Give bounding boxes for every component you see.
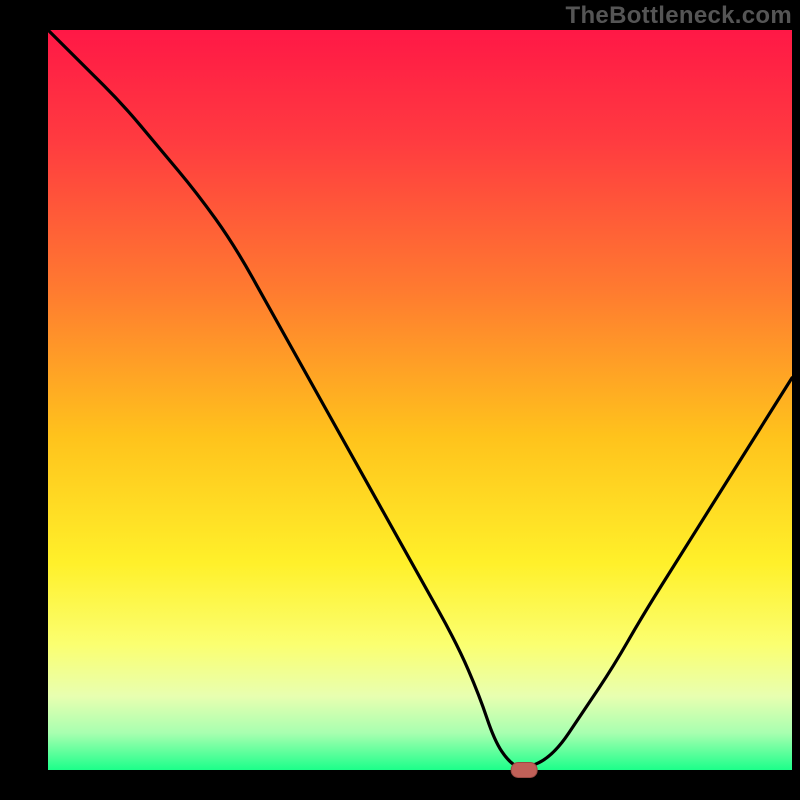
chart-frame: TheBottleneck.com (0, 0, 800, 800)
optimum-marker (511, 763, 537, 778)
watermark-label: TheBottleneck.com (566, 2, 792, 30)
bottleneck-chart (0, 0, 800, 800)
plot-background (48, 30, 792, 770)
